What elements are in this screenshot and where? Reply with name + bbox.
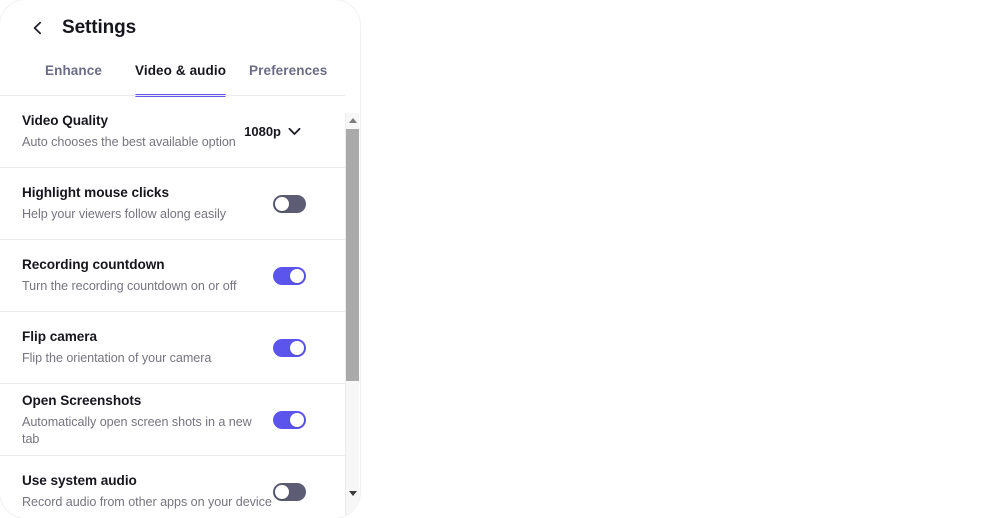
row-text: Highlight mouse clicks Help your viewers… — [22, 184, 226, 223]
settings-list: Video Quality Auto chooses the best avai… — [0, 96, 345, 518]
setting-row-video-quality: Video Quality Auto chooses the best avai… — [0, 96, 345, 168]
tab-bar: Enhance Video & audio Preferences — [0, 56, 360, 97]
setting-title: Open Screenshots — [22, 392, 142, 408]
toggle-knob — [275, 196, 289, 211]
scrollbar-thumb[interactable] — [346, 129, 359, 381]
row-text: Video Quality Auto chooses the best avai… — [22, 112, 236, 151]
video-quality-dropdown[interactable]: 1080p — [244, 123, 301, 141]
toggle-highlight-mouse-clicks[interactable] — [273, 194, 306, 213]
settings-scrollbar[interactable] — [345, 113, 359, 518]
tab-label: Video & audio — [135, 63, 227, 78]
tab-label: Preferences — [249, 63, 328, 78]
setting-row-flip-camera: Flip camera Flip the orientation of your… — [0, 312, 345, 384]
row-text: Use system audio Record audio from other… — [22, 472, 272, 511]
toggle-use-system-audio[interactable] — [273, 482, 306, 501]
tab-enhance[interactable]: Enhance — [45, 56, 102, 96]
setting-subtitle: Flip the orientation of your camera — [22, 351, 212, 365]
toggle-knob — [275, 484, 289, 499]
page-title: Settings — [62, 17, 137, 38]
row-text: Open Screenshots Automatically open scre… — [22, 392, 272, 448]
toggle-recording-countdown[interactable] — [273, 266, 306, 285]
setting-title: Flip camera — [22, 329, 98, 344]
toggle-knob — [290, 412, 304, 427]
settings-panel: Settings Enhance Video & audio Preferenc… — [0, 0, 360, 518]
setting-title: Recording countdown — [22, 257, 165, 272]
setting-subtitle: Automatically open screen shots in a new… — [22, 414, 252, 446]
tab-label: Enhance — [45, 63, 102, 78]
scroll-up-arrow-icon — [348, 117, 357, 123]
setting-row-highlight-mouse-clicks: Highlight mouse clicks Help your viewers… — [0, 168, 345, 240]
setting-subtitle: Record audio from other apps on your dev… — [22, 495, 272, 509]
chevron-left-icon — [31, 21, 45, 35]
tab-video-and-audio[interactable]: Video & audio — [135, 56, 227, 97]
back-button[interactable] — [26, 16, 50, 40]
scroll-down-arrow-icon — [348, 490, 357, 496]
panel-header: Settings — [0, 0, 360, 58]
screen: Settings Enhance Video & audio Preferenc… — [0, 0, 1000, 518]
setting-row-open-screenshots: Open Screenshots Automatically open scre… — [0, 384, 345, 456]
setting-subtitle: Auto chooses the best available option — [22, 135, 236, 149]
row-text: Recording countdown Turn the recording c… — [22, 256, 236, 295]
setting-subtitle: Help your viewers follow along easily — [22, 207, 226, 221]
chevron-down-icon — [288, 123, 301, 141]
setting-subtitle: Turn the recording countdown on or off — [22, 279, 237, 293]
toggle-knob — [290, 268, 304, 283]
scroll-up-button[interactable] — [346, 113, 359, 127]
setting-title: Video Quality — [22, 113, 108, 128]
toggle-open-screenshots[interactable] — [273, 410, 306, 429]
setting-row-use-system-audio: Use system audio Record audio from other… — [0, 456, 345, 518]
video-quality-value: 1080p — [244, 124, 281, 139]
tab-preferences[interactable]: Preferences — [249, 56, 327, 96]
setting-title: Use system audio — [22, 473, 137, 488]
toggle-flip-camera[interactable] — [273, 338, 306, 357]
scroll-down-button[interactable] — [346, 486, 359, 500]
toggle-knob — [290, 340, 304, 355]
setting-title: Highlight mouse clicks — [22, 185, 169, 200]
setting-row-recording-countdown: Recording countdown Turn the recording c… — [0, 240, 345, 312]
row-text: Flip camera Flip the orientation of your… — [22, 328, 211, 367]
